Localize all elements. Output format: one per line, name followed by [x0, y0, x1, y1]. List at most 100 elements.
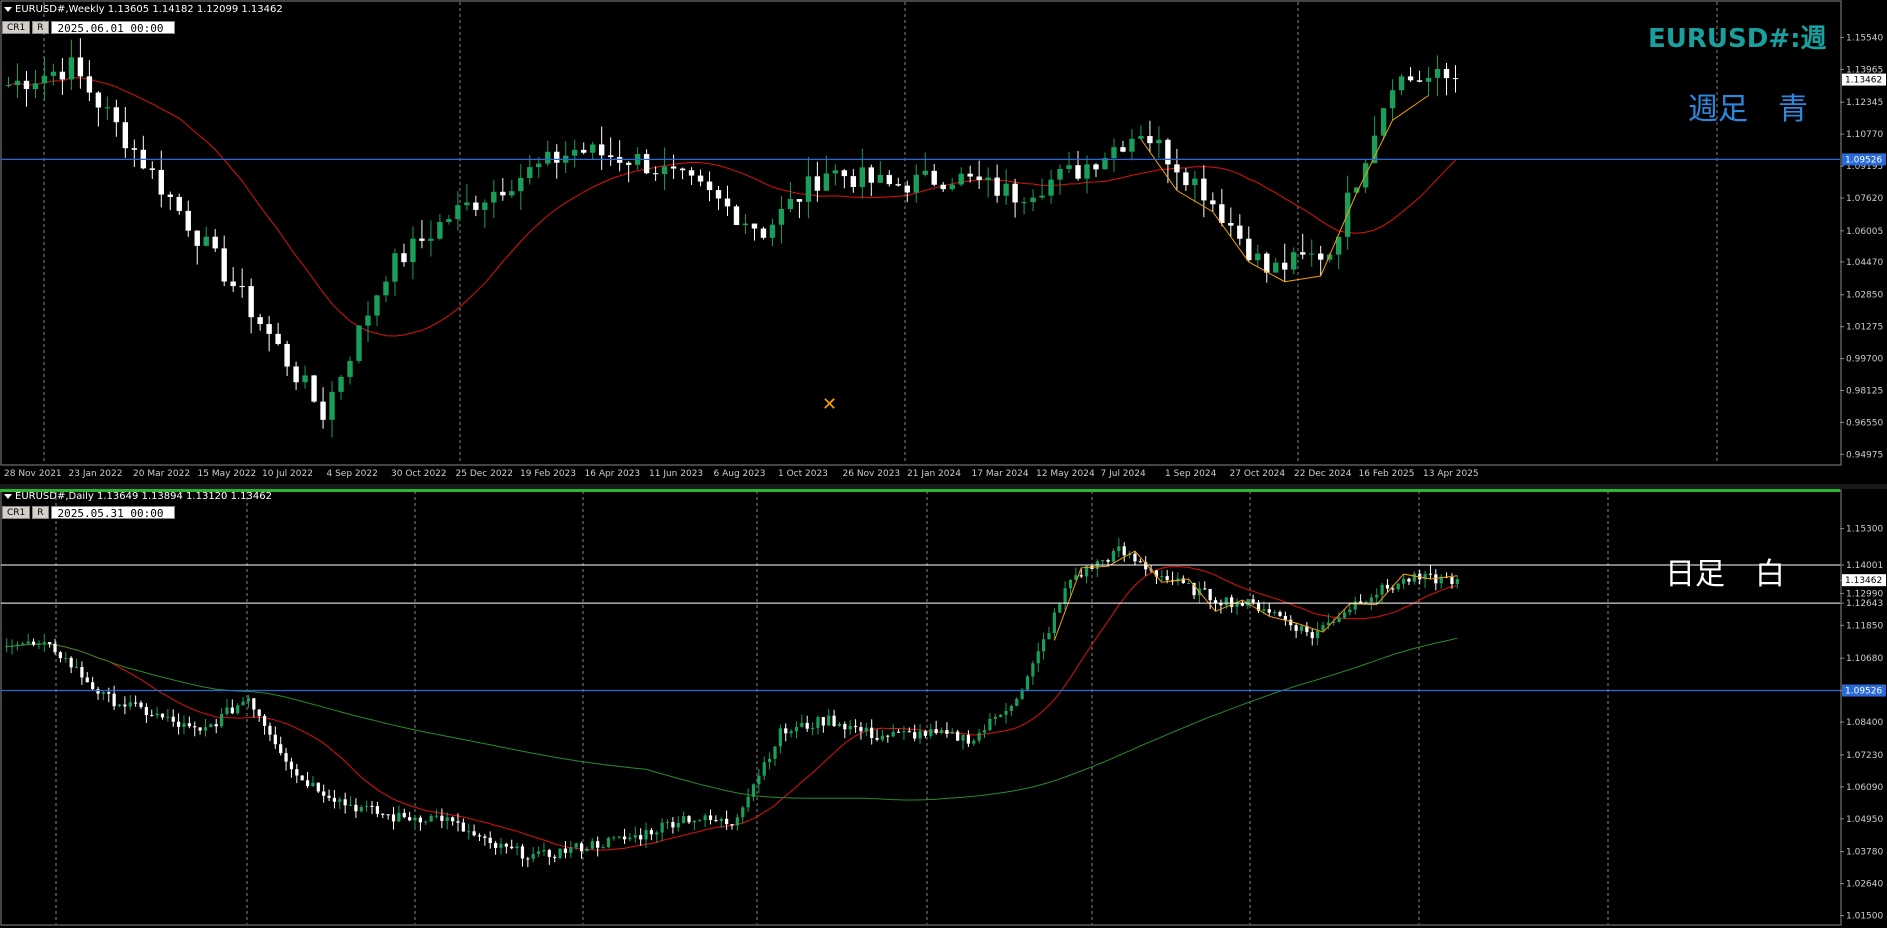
candle-body: [1183, 172, 1189, 186]
candle-body: [1101, 560, 1105, 562]
candle-body: [1291, 252, 1297, 270]
candle-body: [1228, 222, 1234, 226]
candle-body: [692, 820, 697, 823]
candle-body: [354, 804, 358, 812]
candle-body: [171, 716, 175, 722]
candle-body: [273, 734, 277, 745]
candle-body: [424, 821, 428, 823]
candle-body: [956, 731, 960, 741]
candle-body: [338, 376, 344, 392]
candle-body: [1358, 601, 1363, 603]
candle-body: [359, 806, 363, 812]
candle-body: [1407, 578, 1411, 582]
candle-body: [536, 163, 542, 168]
price-label: 1.04950: [1846, 815, 1883, 825]
candle-body: [886, 735, 890, 737]
candle-body: [1031, 663, 1035, 677]
candle-body: [730, 824, 734, 826]
candle-body: [1401, 578, 1406, 584]
candle-body: [913, 732, 917, 739]
candle-body: [682, 816, 686, 823]
candle-body: [832, 715, 836, 727]
candle-body: [1380, 108, 1387, 136]
candle-body: [187, 723, 191, 727]
candle-body: [895, 184, 901, 186]
candle-body: [922, 170, 928, 175]
candle-body: [1084, 164, 1090, 179]
candle-body: [814, 176, 821, 191]
plot-frame: [0, 489, 1842, 926]
candle-body: [509, 191, 515, 196]
candle-body: [719, 818, 723, 822]
date-label: 21 Jan 2024: [907, 469, 961, 479]
candle-body: [850, 176, 857, 187]
candle-body: [392, 253, 398, 282]
daily-date-field[interactable]: 2025.05.31 00:00: [50, 506, 175, 520]
price-label: 1.10770: [1846, 130, 1883, 140]
candle-body: [221, 248, 227, 282]
r-button[interactable]: R: [32, 506, 49, 519]
candle-body: [553, 856, 557, 858]
dropdown-triangle-icon[interactable]: [4, 6, 12, 12]
candle-body: [311, 375, 317, 402]
candle-body: [988, 718, 992, 731]
candle-body: [1375, 594, 1379, 598]
candle-body: [246, 698, 251, 702]
candle-body: [101, 692, 106, 694]
weekly-date-field[interactable]: 2025.06.01 00:00: [50, 21, 175, 35]
candle-body: [958, 173, 964, 185]
price-label: 1.12990: [1846, 589, 1883, 599]
candle-body: [572, 149, 578, 156]
candle-body: [810, 727, 815, 729]
candle-body: [1133, 553, 1137, 562]
daily-chart-svg[interactable]: 1.15300 1.14001 1.13462 1.129901.12643 1.118…: [0, 489, 1887, 928]
price-label: 1.03780: [1846, 848, 1883, 858]
weekly-chart-pane[interactable]: 1.15540 1.13965 1.12345 1.10770 1.09195 1.076…: [0, 0, 1887, 484]
candle-body: [644, 830, 648, 840]
candle-body: [961, 734, 965, 741]
r-button[interactable]: R: [32, 21, 49, 34]
candle-body: [1042, 639, 1046, 652]
candle-body: [1165, 139, 1171, 165]
candle-body: [410, 238, 416, 263]
candle-body: [316, 782, 320, 792]
candle-body: [41, 75, 48, 84]
candle-body: [21, 643, 25, 645]
candle-body: [107, 692, 111, 694]
candle-body: [203, 727, 208, 731]
candle-body: [1009, 705, 1013, 712]
candle-body: [1117, 546, 1121, 552]
candle-body: [868, 167, 875, 183]
candle-body: [491, 191, 497, 203]
candle-body: [945, 729, 949, 734]
candle-body: [1385, 584, 1390, 589]
price-label: 1.12643: [1846, 599, 1883, 609]
candle-body: [1174, 164, 1180, 173]
candle-body: [977, 732, 981, 741]
daily-chart-pane[interactable]: 1.15300 1.14001 1.13462 1.129901.12643 1.118…: [0, 489, 1887, 928]
cr1-button[interactable]: CR1: [2, 21, 31, 34]
candle-body: [1203, 588, 1207, 590]
candle-body: [464, 202, 470, 206]
candle-body: [225, 707, 229, 714]
candle-body: [386, 814, 390, 816]
weekly-chart-svg[interactable]: 1.155401.139651.123451.107701.091951.076…: [0, 0, 1887, 484]
candle-body: [1036, 651, 1040, 664]
candle-body: [950, 731, 954, 734]
candle-body: [880, 735, 885, 740]
candle-body: [262, 715, 267, 726]
candle-body: [356, 325, 362, 361]
candle-body: [86, 76, 93, 93]
candle-body: [122, 122, 129, 149]
candle-body: [149, 168, 155, 170]
candle-body: [1187, 582, 1191, 584]
dropdown-triangle-icon[interactable]: [4, 493, 12, 499]
candle-body: [1455, 579, 1459, 585]
candle-body: [343, 799, 347, 806]
candle-body: [896, 731, 901, 733]
cr1-button[interactable]: CR1: [2, 506, 31, 519]
candle-body: [574, 843, 578, 848]
candle-body: [131, 148, 138, 150]
candle-body: [472, 831, 476, 836]
candle-body: [219, 713, 224, 727]
